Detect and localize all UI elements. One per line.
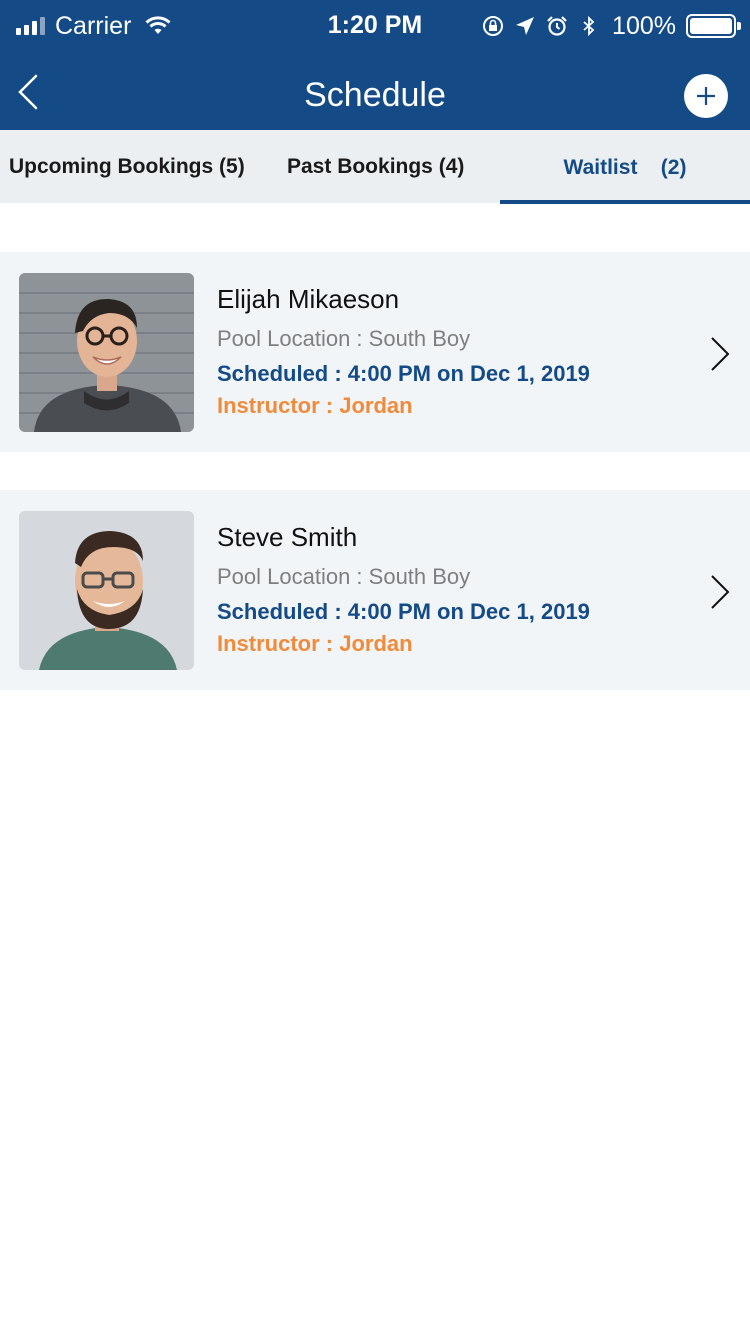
tab-waitlist[interactable]: Waitlist (2)	[500, 130, 750, 203]
location-arrow-icon	[516, 17, 535, 35]
screen-lock-icon	[483, 16, 504, 36]
tab-label: Upcoming Bookings	[9, 154, 214, 178]
tab-count: (5)	[219, 154, 245, 178]
booking-card[interactable]: Steve Smith Pool Location : South Boy Sc…	[0, 490, 750, 690]
chevron-right-icon[interactable]	[708, 572, 732, 612]
status-bar: Carrier 1:20 PM 100%	[0, 0, 750, 52]
status-right: 100%	[482, 10, 741, 42]
person-name: Steve Smith	[217, 522, 358, 552]
tab-upcoming-bookings[interactable]: Upcoming Bookings (5)	[9, 130, 259, 203]
plus-icon	[697, 87, 715, 105]
person-name: Elijah Mikaeson	[217, 284, 400, 314]
bluetooth-icon	[583, 15, 595, 37]
add-button[interactable]	[684, 74, 728, 118]
scheduled-time: Scheduled : 4:00 PM on Dec 1, 2019	[217, 361, 590, 386]
instructor-name: Instructor : Jordan	[217, 631, 413, 656]
booking-card[interactable]: Elijah Mikaeson Pool Location : South Bo…	[0, 252, 750, 452]
scheduled-time: Scheduled : 4:00 PM on Dec 1, 2019	[217, 599, 590, 624]
tab-label: Waitlist	[563, 155, 638, 179]
tab-past-bookings[interactable]: Past Bookings (4)	[287, 130, 497, 203]
alarm-icon	[547, 16, 567, 36]
tab-count: (4)	[438, 154, 465, 178]
tab-label: Past Bookings	[287, 154, 433, 178]
page-title: Schedule	[304, 76, 446, 114]
tab-count: (2)	[660, 155, 687, 179]
pool-location: Pool Location : South Boy	[217, 326, 471, 351]
battery-icon	[686, 14, 741, 38]
avatar	[19, 511, 194, 670]
active-tab-indicator	[500, 200, 750, 204]
pool-location: Pool Location : South Boy	[217, 564, 471, 589]
booking-tabs: Upcoming Bookings (5) Past Bookings (4) …	[0, 130, 750, 204]
avatar	[19, 273, 194, 432]
chevron-right-icon[interactable]	[708, 334, 732, 374]
instructor-name: Instructor : Jordan	[217, 393, 413, 418]
nav-bar: Schedule	[0, 52, 750, 130]
battery-percent: 100%	[612, 11, 676, 40]
